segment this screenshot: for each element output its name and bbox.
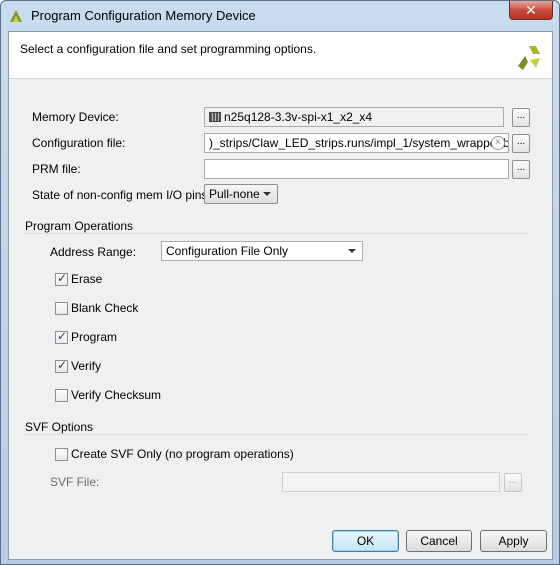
- ok-button[interactable]: OK: [332, 530, 399, 552]
- memory-device-value: n25q128-3.3v-spi-x1_x2_x4: [224, 110, 373, 124]
- svf-file-input[interactable]: [282, 472, 500, 492]
- dialog-body: Select a configuration file and set prog…: [8, 31, 553, 560]
- svf-file-browse-button[interactable]: ...: [504, 473, 522, 492]
- check-icon: ✓: [57, 358, 68, 372]
- memory-device-label: Memory Device:: [32, 110, 119, 124]
- blank-check-label: Blank Check: [71, 301, 139, 315]
- section-divider: [25, 233, 528, 234]
- check-icon: ✓: [57, 271, 68, 285]
- config-file-label: Configuration file:: [32, 136, 125, 150]
- memory-device-field: n25q128-3.3v-spi-x1_x2_x4: [204, 107, 504, 127]
- prm-file-input[interactable]: [204, 159, 509, 179]
- instruction-text: Select a configuration file and set prog…: [20, 42, 317, 56]
- config-file-input[interactable]: )_strips/Claw_LED_strips.runs/impl_1/sys…: [204, 133, 509, 153]
- address-range-label: Address Range:: [50, 245, 137, 259]
- program-checkbox[interactable]: ✓: [55, 329, 68, 344]
- cancel-button[interactable]: Cancel: [406, 530, 472, 552]
- chevron-down-icon: [263, 192, 271, 196]
- window-title: Program Configuration Memory Device: [31, 8, 256, 23]
- config-file-value: )_strips/Claw_LED_strips.runs/impl_1/sys…: [209, 136, 509, 150]
- clear-config-file-icon[interactable]: ×: [491, 136, 505, 150]
- program-operations-section: Program Operations: [25, 219, 528, 234]
- address-range-select[interactable]: Configuration File Only: [161, 241, 363, 261]
- xilinx-logo-icon: [518, 46, 540, 70]
- title-bar[interactable]: Program Configuration Memory Device ✕: [1, 1, 559, 31]
- config-file-label-text: Configuration file:: [32, 136, 126, 150]
- memory-device-browse-button[interactable]: ...: [512, 108, 530, 127]
- chevron-down-icon: [348, 249, 356, 253]
- program-operations-title: Program Operations: [25, 219, 134, 233]
- create-svf-checkbox[interactable]: [55, 448, 68, 461]
- verify-label: Verify: [71, 359, 102, 373]
- verify-checksum-checkbox[interactable]: [55, 389, 68, 402]
- chip-icon: [209, 112, 221, 122]
- header-pane: Select a configuration file and set prog…: [9, 32, 552, 79]
- app-logo-icon: [10, 10, 22, 22]
- apply-button[interactable]: Apply: [480, 530, 547, 552]
- prm-file-browse-button[interactable]: ...: [512, 160, 530, 179]
- config-file-browse-button[interactable]: ...: [512, 134, 530, 153]
- close-button[interactable]: ✕: [509, 1, 553, 20]
- erase-label: Erase: [71, 272, 103, 286]
- svf-options-section: SVF Options: [25, 420, 528, 435]
- program-label: Program: [71, 330, 118, 344]
- non-config-pins-value: Pull-none: [209, 187, 260, 201]
- address-range-value: Configuration File Only: [166, 244, 289, 258]
- erase-checkbox[interactable]: ✓: [55, 271, 68, 286]
- blank-check-checkbox[interactable]: [55, 302, 68, 315]
- check-icon: ✓: [57, 329, 68, 343]
- verify-checksum-label: Verify Checksum: [71, 388, 162, 402]
- prm-file-label: PRM file:: [32, 162, 81, 176]
- svf-file-label: SVF File:: [50, 475, 100, 489]
- non-config-pins-label: State of non-config mem I/O pins:: [32, 188, 211, 202]
- verify-checkbox[interactable]: ✓: [55, 358, 68, 373]
- section-divider: [25, 434, 528, 435]
- svf-options-title: SVF Options: [25, 420, 94, 434]
- non-config-pins-select[interactable]: Pull-none: [204, 184, 278, 204]
- create-svf-label: Create SVF Only (no program operations): [71, 447, 294, 461]
- dialog-window: Program Configuration Memory Device ✕ Se…: [0, 0, 560, 565]
